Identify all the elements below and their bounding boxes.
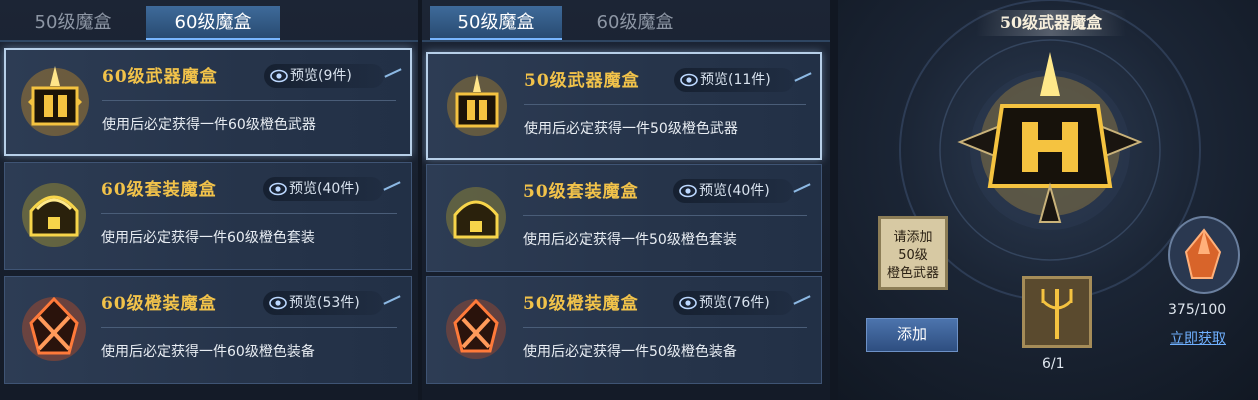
orange-gear-chest-icon bbox=[437, 289, 515, 369]
eye-icon bbox=[679, 296, 697, 310]
middle-panel: 50级魔盒 60级魔盒 50级武器魔盒 预览(11件) 使用后必定获得一件50级… bbox=[422, 0, 830, 400]
set-chest-icon bbox=[15, 175, 93, 255]
left-panel: 50级魔盒 60级魔盒 60级武器魔盒 预览(9件) 使用后必定获得一件60级橙… bbox=[0, 0, 418, 400]
card-description: 使用后必定获得一件60级橙色套装 bbox=[101, 230, 315, 246]
card-description: 使用后必定获得一件60级橙色武器 bbox=[102, 117, 316, 133]
tab-60-level[interactable]: 60级魔盒 bbox=[146, 6, 280, 40]
slot-hint-line: 请添加 bbox=[893, 230, 933, 245]
preview-label: 预览(40件) bbox=[289, 181, 360, 197]
eye-icon bbox=[679, 184, 697, 198]
tab-bar: 50级魔盒 60级魔盒 bbox=[0, 0, 418, 42]
card-orange-gear-box[interactable]: 50级橙装魔盒 预览(76件) 使用后必定获得一件50级橙色装备 bbox=[426, 276, 822, 384]
divider bbox=[101, 327, 397, 328]
crystal-count: 375/100 bbox=[1168, 302, 1227, 318]
card-title: 60级套装魔盒 bbox=[101, 180, 217, 200]
large-weapon-chest-icon bbox=[950, 46, 1150, 236]
preview-button[interactable]: 预览(11件) bbox=[674, 68, 794, 92]
slot-hint-line: 50级 bbox=[898, 248, 928, 263]
tab-bar: 50级魔盒 60级魔盒 bbox=[422, 0, 830, 42]
add-weapon-slot[interactable]: 请添加 50级 橙色武器 bbox=[878, 216, 948, 290]
weapon-chest-icon bbox=[16, 62, 94, 142]
slot-hint-line: 橙色武器 bbox=[886, 266, 939, 281]
eye-icon bbox=[269, 182, 287, 196]
decor-streak bbox=[383, 181, 401, 191]
orange-crystal-icon bbox=[1184, 228, 1222, 279]
tab-60-level[interactable]: 60级魔盒 bbox=[568, 6, 702, 40]
preview-label: 预览(76件) bbox=[699, 295, 770, 311]
divider bbox=[523, 327, 807, 328]
preview-label: 预览(40件) bbox=[699, 183, 770, 199]
card-orange-gear-box[interactable]: 60级橙装魔盒 预览(53件) 使用后必定获得一件60级橙色装备 bbox=[4, 276, 412, 384]
preview-label: 预览(11件) bbox=[700, 72, 771, 88]
preview-button[interactable]: 预览(53件) bbox=[263, 291, 383, 315]
card-description: 使用后必定获得一件50级橙色套装 bbox=[523, 232, 737, 248]
set-chest-icon bbox=[437, 177, 515, 257]
preview-label: 预览(9件) bbox=[290, 68, 352, 84]
divider bbox=[523, 215, 807, 216]
card-set-box[interactable]: 60级套装魔盒 预览(40件) 使用后必定获得一件60级橙色套装 bbox=[4, 162, 412, 270]
weapon-chest-icon bbox=[438, 66, 516, 146]
preview-button[interactable]: 预览(76件) bbox=[673, 291, 793, 315]
decor-streak bbox=[384, 68, 402, 78]
add-button[interactable]: 添加 bbox=[866, 318, 958, 352]
divider bbox=[101, 213, 397, 214]
decor-streak bbox=[383, 295, 401, 305]
decor-streak bbox=[794, 72, 812, 82]
eye-icon bbox=[270, 69, 288, 83]
decor-streak bbox=[793, 183, 811, 193]
tab-underline bbox=[0, 40, 418, 42]
tab-50-level[interactable]: 50级魔盒 bbox=[8, 6, 138, 40]
decor-streak bbox=[793, 295, 811, 305]
card-title: 50级橙装魔盒 bbox=[523, 294, 639, 314]
eye-icon bbox=[680, 73, 698, 87]
preview-label: 预览(53件) bbox=[289, 295, 360, 311]
eye-icon bbox=[269, 296, 287, 310]
preview-button[interactable]: 预览(9件) bbox=[264, 64, 384, 88]
card-description: 使用后必定获得一件50级橙色装备 bbox=[523, 344, 737, 360]
card-title: 50级武器魔盒 bbox=[524, 71, 640, 91]
card-set-box[interactable]: 50级套装魔盒 预览(40件) 使用后必定获得一件50级橙色套装 bbox=[426, 164, 822, 272]
orange-gear-chest-icon bbox=[15, 289, 93, 369]
get-now-link[interactable]: 立即获取 bbox=[1170, 328, 1226, 348]
divider bbox=[102, 100, 396, 101]
crystal-material-slot[interactable] bbox=[1168, 216, 1240, 294]
divider bbox=[524, 104, 806, 105]
selected-box-title: 50级武器魔盒 bbox=[976, 10, 1126, 36]
weapon-material-slot[interactable] bbox=[1022, 276, 1092, 348]
weapon-count: 6/1 bbox=[1042, 356, 1065, 372]
card-description: 使用后必定获得一件60级橙色装备 bbox=[101, 344, 315, 360]
preview-button[interactable]: 预览(40件) bbox=[263, 177, 383, 201]
card-weapon-box[interactable]: 50级武器魔盒 预览(11件) 使用后必定获得一件50级橙色武器 bbox=[426, 52, 822, 160]
card-description: 使用后必定获得一件50级橙色武器 bbox=[524, 121, 738, 137]
trident-icon bbox=[1041, 289, 1073, 339]
card-title: 50级套装魔盒 bbox=[523, 182, 639, 202]
tab-underline bbox=[422, 40, 830, 42]
card-title: 60级橙装魔盒 bbox=[101, 294, 217, 314]
right-panel: 50级武器魔盒 请添加 50级 橙色武器 添加 6/1 375/100 立即获取 bbox=[838, 0, 1258, 400]
tab-50-level[interactable]: 50级魔盒 bbox=[430, 6, 562, 40]
preview-button[interactable]: 预览(40件) bbox=[673, 179, 793, 203]
card-weapon-box[interactable]: 60级武器魔盒 预览(9件) 使用后必定获得一件60级橙色武器 bbox=[4, 48, 412, 156]
card-title: 60级武器魔盒 bbox=[102, 67, 218, 87]
